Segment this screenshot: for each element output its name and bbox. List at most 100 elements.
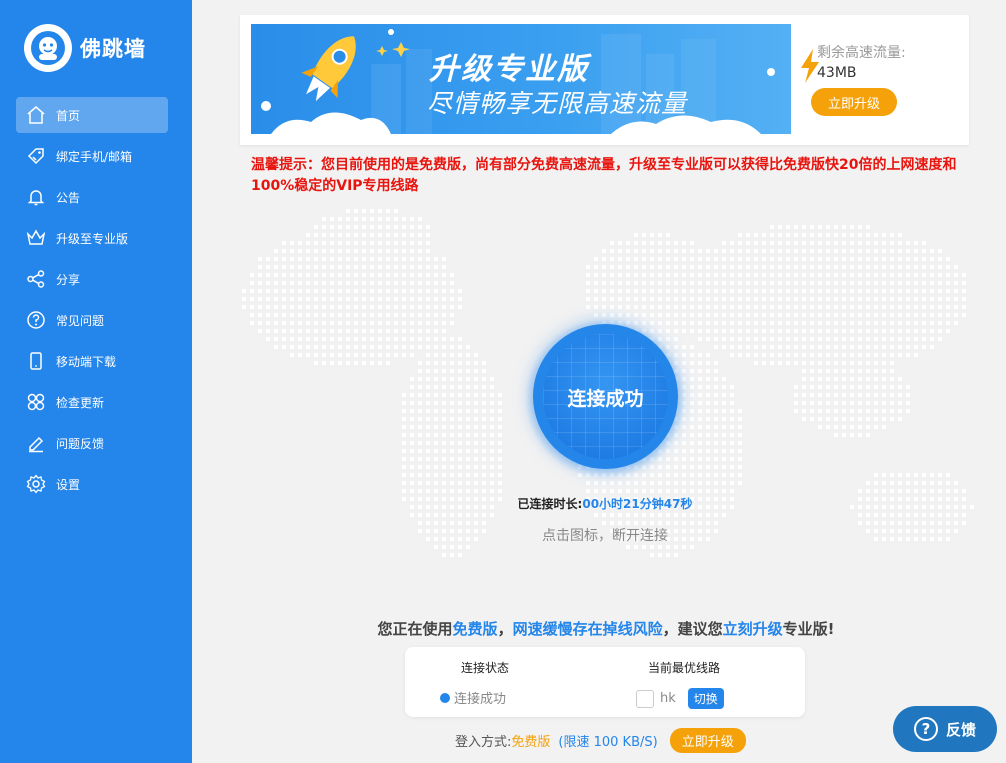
map-dot (890, 265, 894, 269)
map-dot (418, 449, 422, 453)
map-dot (674, 249, 678, 253)
banner-title: 升级专业版 (429, 52, 589, 87)
switch-line-button[interactable]: 切换 (687, 688, 724, 709)
map-dot (826, 385, 830, 389)
map-dot (426, 377, 430, 381)
sidebar-item-bind[interactable]: 绑定手机/邮箱 (16, 138, 168, 174)
map-dot (674, 241, 678, 245)
map-dot (914, 281, 918, 285)
sidebar-item-upgrade[interactable]: 升级至专业版 (16, 220, 168, 256)
map-dot (330, 273, 334, 277)
map-dot (842, 425, 846, 429)
map-dot (834, 425, 838, 429)
map-dot (778, 289, 782, 293)
map-dot (930, 257, 934, 261)
map-dot (490, 417, 494, 421)
map-dot (722, 329, 726, 333)
map-dot (362, 353, 366, 357)
sidebar-item-announcement[interactable]: 公告 (16, 179, 168, 215)
map-dot (682, 441, 686, 445)
map-dot (930, 345, 934, 349)
sidebar-item-feedback[interactable]: 问题反馈 (16, 425, 168, 461)
map-dot (690, 457, 694, 461)
map-dot (818, 337, 822, 341)
map-dot (346, 297, 350, 301)
upgrade-button[interactable]: 立即升级 (811, 88, 897, 116)
feedback-button[interactable]: ? 反馈 (893, 706, 997, 752)
map-dot (898, 265, 902, 269)
map-dot (890, 521, 894, 525)
upgrade-now-button[interactable]: 立即升级 (669, 728, 746, 753)
map-dot (874, 377, 878, 381)
map-dot (786, 321, 790, 325)
map-dot (442, 457, 446, 461)
map-dot (450, 441, 454, 445)
map-dot (474, 449, 478, 453)
map-dot (762, 273, 766, 277)
map-dot (754, 289, 758, 293)
map-dot (882, 289, 886, 293)
notice-free-link: 免费版 (452, 620, 498, 638)
map-dot (810, 337, 814, 341)
map-dot (626, 545, 630, 549)
sidebar-item-faq[interactable]: 常见问题 (16, 302, 168, 338)
map-dot (442, 353, 446, 357)
sidebar-item-share[interactable]: 分享 (16, 261, 168, 297)
sidebar-item-mobile-download[interactable]: 移动端下载 (16, 343, 168, 379)
map-dot (866, 321, 870, 325)
map-dot (690, 329, 694, 333)
map-dot (882, 329, 886, 333)
map-dot (490, 433, 494, 437)
map-dot (914, 249, 918, 253)
map-dot (954, 481, 958, 485)
connection-state: 连接成功 (440, 688, 506, 707)
map-dot (442, 345, 446, 349)
map-dot (442, 537, 446, 541)
sidebar-item-check-update[interactable]: 检查更新 (16, 384, 168, 420)
map-dot (786, 249, 790, 253)
map-dot (434, 393, 438, 397)
sidebar-item-home[interactable]: 首页 (16, 97, 168, 133)
line-checkbox[interactable] (636, 689, 654, 708)
map-dot (786, 281, 790, 285)
map-dot (786, 313, 790, 317)
map-dot (930, 489, 934, 493)
map-dot (930, 321, 934, 325)
map-dot (810, 345, 814, 349)
map-dot (874, 401, 878, 405)
map-dot (802, 233, 806, 237)
map-dot (794, 401, 798, 405)
map-dot (946, 305, 950, 309)
map-dot (306, 305, 310, 309)
map-dot (442, 265, 446, 269)
connect-toggle-button[interactable]: 连接成功 (533, 324, 678, 469)
map-dot (938, 273, 942, 277)
map-dot (722, 257, 726, 261)
map-dot (770, 273, 774, 277)
map-dot (938, 521, 942, 525)
map-dot (858, 513, 862, 517)
map-dot (858, 401, 862, 405)
map-dot (482, 513, 486, 517)
map-dot (442, 449, 446, 453)
map-dot (834, 417, 838, 421)
map-dot (682, 241, 686, 245)
map-dot (762, 353, 766, 357)
map-dot (594, 265, 598, 269)
map-dot (898, 537, 902, 541)
map-dot (370, 313, 374, 317)
map-dot (834, 225, 838, 229)
upgrade-banner[interactable]: 升级专业版 尽情畅享无限高速流量 (251, 24, 791, 134)
notice-upgrade-link[interactable]: 立刻升级 (723, 620, 783, 638)
sidebar-item-settings[interactable]: 设置 (16, 466, 168, 502)
map-dot (690, 305, 694, 309)
map-dot (794, 393, 798, 397)
map-dot (706, 289, 710, 293)
map-dot (450, 361, 454, 365)
map-dot (922, 337, 926, 341)
map-dot (306, 313, 310, 317)
map-dot (706, 337, 710, 341)
map-dot (634, 481, 638, 485)
map-dot (914, 481, 918, 485)
map-dot (450, 345, 454, 349)
